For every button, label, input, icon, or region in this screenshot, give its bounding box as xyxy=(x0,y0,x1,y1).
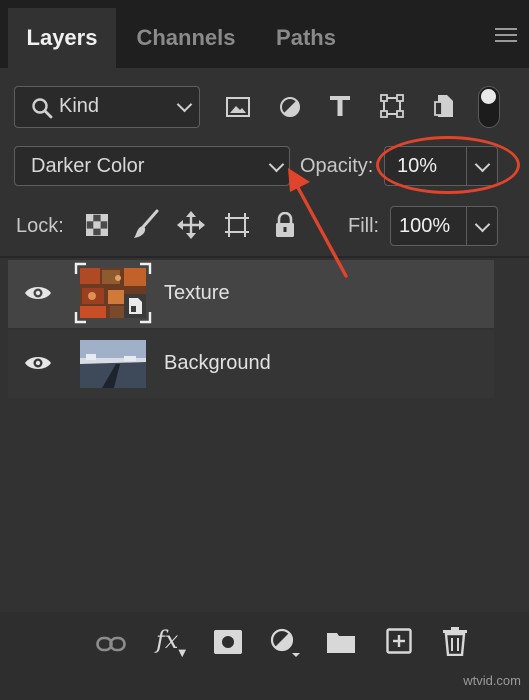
visibility-eye-icon[interactable] xyxy=(24,284,52,302)
tab-channels-label: Channels xyxy=(136,25,236,50)
type-filter-icon[interactable] xyxy=(326,92,354,120)
tab-paths[interactable]: Paths xyxy=(258,8,354,68)
fx-icon[interactable]: fx▼ xyxy=(156,626,186,659)
panel-menu-icon[interactable] xyxy=(495,28,517,46)
layer-name-background: Background xyxy=(164,352,271,374)
lock-paint-icon[interactable] xyxy=(132,208,160,240)
lock-label: Lock: xyxy=(16,215,64,237)
tab-layers[interactable]: Layers xyxy=(8,8,116,68)
lock-position-icon[interactable] xyxy=(176,210,206,240)
annotation-circle xyxy=(376,136,520,194)
layer-row-texture[interactable]: Texture xyxy=(8,260,494,328)
lock-transparent-icon[interactable] xyxy=(84,212,110,238)
annotation-arrow xyxy=(288,168,348,278)
link-icon[interactable] xyxy=(96,634,126,654)
filter-toggle-icon[interactable] xyxy=(478,86,500,128)
filter-kind-label: Kind xyxy=(59,95,100,117)
adjustment-layer-icon[interactable] xyxy=(270,628,300,658)
new-layer-icon[interactable] xyxy=(386,628,412,654)
adjustment-filter-icon[interactable] xyxy=(276,94,304,120)
selection-frame-icon xyxy=(74,262,152,324)
mask-icon[interactable] xyxy=(214,630,242,654)
watermark: wtvid.com xyxy=(463,673,521,688)
group-folder-icon[interactable] xyxy=(326,630,356,654)
layer-name-texture: Texture xyxy=(164,282,230,304)
trash-icon[interactable] xyxy=(442,626,468,656)
smart-object-filter-icon[interactable] xyxy=(430,92,458,120)
search-icon xyxy=(32,98,53,119)
filter-kind-dropdown[interactable]: Kind xyxy=(14,86,200,128)
chevron-down-icon xyxy=(474,216,491,233)
fill-dropdown-button[interactable] xyxy=(466,206,498,246)
blend-mode-dropdown[interactable]: Darker Color xyxy=(14,146,290,186)
layer-row-background[interactable]: Background xyxy=(8,330,494,398)
chevron-down-icon xyxy=(176,96,193,113)
divider xyxy=(0,256,529,258)
panel-tab-bar: Layers Channels Paths xyxy=(0,0,529,68)
tab-channels[interactable]: Channels xyxy=(120,8,252,68)
shape-filter-icon[interactable] xyxy=(378,92,406,120)
tab-paths-label: Paths xyxy=(276,25,336,50)
visibility-eye-icon[interactable] xyxy=(24,354,52,372)
tab-layers-label: Layers xyxy=(26,25,98,50)
blend-mode-value: Darker Color xyxy=(31,155,145,177)
fill-value: 100% xyxy=(399,215,451,237)
fill-input[interactable]: 100% xyxy=(390,206,468,246)
lock-artboard-icon[interactable] xyxy=(222,210,252,240)
layer-thumbnail-background xyxy=(80,340,146,388)
layers-bottom-toolbar: fx▼ xyxy=(0,612,529,700)
image-filter-icon[interactable] xyxy=(224,94,252,120)
